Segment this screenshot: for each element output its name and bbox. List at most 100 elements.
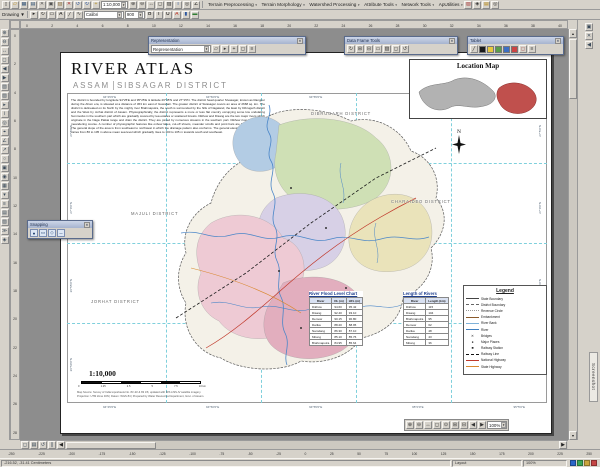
vertical-scrollbar[interactable]: ▲ ▼ <box>568 29 577 440</box>
catalog-icon[interactable]: ▤ <box>0 209 9 217</box>
refresh-icon[interactable]: ↺ <box>401 45 409 53</box>
bookmarks-icon[interactable]: ▾ <box>0 191 9 199</box>
full-extent-icon[interactable]: ◻ <box>156 0 165 9</box>
chevron-down-icon[interactable]: ▼ <box>116 11 122 18</box>
select-elements-icon[interactable]: ▸ <box>29 10 38 19</box>
toolbox-icon[interactable]: ▧ <box>464 0 473 9</box>
zoom-out-icon[interactable]: ⊖ <box>138 0 147 9</box>
fill-color-icon[interactable]: ▮ <box>181 10 190 19</box>
chevron-down-icon[interactable]: ▼ <box>501 422 507 428</box>
ink-color-yellow[interactable] <box>487 45 494 53</box>
pan-icon[interactable]: ↔ <box>424 421 432 429</box>
fixed-zoom-in-icon[interactable]: ⊞ <box>451 421 459 429</box>
map-scale-combo[interactable]: 1:10,000 ▼ <box>101 0 129 9</box>
menu-item[interactable]: Terrain Preprocessing ▼ <box>208 2 257 7</box>
underline-icon[interactable]: U <box>163 10 172 19</box>
zoom-whole-page-icon[interactable]: ◻ <box>433 421 441 429</box>
clear-selection-icon[interactable]: ▧ <box>0 92 9 100</box>
model-builder-icon[interactable]: ◈ <box>0 236 9 244</box>
zoom-100-icon[interactable]: ⊙ <box>442 421 450 429</box>
free-representation-icon[interactable]: ▱ <box>212 45 220 53</box>
select-elements-icon[interactable]: ▸ <box>0 101 9 109</box>
line-color-icon[interactable]: ▬ <box>190 10 199 19</box>
scroll-left-icon[interactable]: ◀ <box>57 441 65 449</box>
ink-color-red[interactable] <box>511 45 518 53</box>
data-frame-tools-titlebar[interactable]: Data Frame Tools ✕ <box>345 37 457 44</box>
rotate-data-frame-icon[interactable]: ↻ <box>347 45 355 53</box>
delete-icon[interactable]: ✕ <box>65 0 73 9</box>
new-document-icon[interactable]: ▯ <box>2 0 10 9</box>
previous-extent-icon[interactable]: ◀ <box>0 65 9 73</box>
zoom-in-icon[interactable]: ⊕ <box>0 29 9 37</box>
vertex-snapping-button[interactable]: ◇ <box>48 229 56 237</box>
print-icon[interactable]: ▤ <box>29 0 37 9</box>
italic-icon[interactable]: I <box>154 10 163 19</box>
point-snapping-button[interactable]: ● <box>30 229 38 237</box>
zoom-out-icon[interactable]: ⊖ <box>0 38 9 46</box>
add-data-icon[interactable]: + <box>92 0 100 9</box>
menu-item[interactable]: Attribute Tools ▼ <box>364 2 397 7</box>
insert-vertex-icon[interactable]: + <box>230 45 238 53</box>
chevron-down-icon[interactable]: ▼ <box>137 11 143 18</box>
layout-zoom-combo[interactable]: 100% ▼ <box>487 421 507 429</box>
zoom-in-icon[interactable]: ⊕ <box>129 0 138 9</box>
zoom-out-icon[interactable]: ⊖ <box>415 421 423 429</box>
bold-icon[interactable]: B <box>145 10 154 19</box>
viewer-window-icon[interactable]: ▣ <box>0 164 9 172</box>
time-slider-icon[interactable]: ○ <box>0 155 9 163</box>
close-icon[interactable]: ✕ <box>449 37 455 44</box>
tablet-toolbar-titlebar[interactable]: Tablet ✕ <box>468 37 563 44</box>
data-view-button[interactable]: ◻ <box>21 441 29 449</box>
rectangle-tool-icon[interactable]: ▭ <box>47 10 56 19</box>
select-features-icon[interactable]: ▨ <box>0 83 9 91</box>
find-icon[interactable]: ◎ <box>0 119 9 127</box>
pause-drawing-button[interactable]: ∥ <box>48 441 56 449</box>
drawing-menu[interactable]: Drawing ▼ <box>2 12 25 17</box>
next-extent-icon[interactable]: ▶ <box>0 74 9 82</box>
end-snapping-button[interactable]: ▭ <box>39 229 47 237</box>
ink-color-blue[interactable] <box>503 45 510 53</box>
close-icon[interactable]: ✕ <box>297 37 303 44</box>
tray-icon-network[interactable] <box>570 460 576 466</box>
go-forward-extent-icon[interactable]: ▶ <box>478 421 486 429</box>
zoom-in-icon[interactable]: ⊕ <box>406 421 414 429</box>
layout-view-button[interactable]: ▤ <box>30 441 38 449</box>
magnifier-icon[interactable]: ◉ <box>0 173 9 181</box>
menu-item[interactable]: Watershed Processing ▼ <box>309 2 360 7</box>
screenshot-side-tab[interactable]: Screenshot <box>589 352 598 402</box>
text-tool-icon[interactable]: A <box>56 10 65 19</box>
ink-settings-icon[interactable]: ≡ <box>528 45 536 53</box>
eraser-icon[interactable]: ◻ <box>519 45 527 53</box>
hyperlink-icon[interactable]: ↗ <box>0 146 9 154</box>
tray-icon-antivirus[interactable] <box>577 460 583 466</box>
pan-icon[interactable]: ↔ <box>147 0 156 9</box>
font-color-icon[interactable]: A <box>172 10 181 19</box>
font-family-combo[interactable]: Calibri ▼ <box>83 10 124 19</box>
map-layout-page[interactable]: 94°45'0"E 94°50'0"E 94°55'0"E 95°0'0"E 95°5'… <box>60 52 552 434</box>
identify-icon[interactable]: i <box>0 110 9 118</box>
pan-icon[interactable]: ↔ <box>0 47 9 55</box>
catalog-icon[interactable]: ▤ <box>482 0 491 9</box>
edge-snapping-button[interactable]: ─ <box>57 229 65 237</box>
pen-tool-icon[interactable]: ╱ <box>470 45 478 53</box>
full-extent-icon[interactable]: ◻ <box>392 45 400 53</box>
toc-icon[interactable]: ≡ <box>0 200 9 208</box>
refresh-view-button[interactable]: ↺ <box>39 441 47 449</box>
chevron-down-icon[interactable]: ▼ <box>204 46 209 52</box>
representation-properties-icon[interactable]: ≡ <box>248 45 256 53</box>
close-panel-icon[interactable]: ✕ <box>585 32 593 40</box>
copy-icon[interactable]: ▣ <box>47 0 55 9</box>
python-icon[interactable]: ≫ <box>0 227 9 235</box>
ink-color-black[interactable] <box>479 45 486 53</box>
select-features-icon[interactable]: ▨ <box>165 0 174 9</box>
representation-toolbar-titlebar[interactable]: Representation ✕ <box>149 37 305 44</box>
ink-color-green[interactable] <box>495 45 502 53</box>
full-extent-icon[interactable]: ◻ <box>0 56 9 64</box>
close-icon[interactable]: ✕ <box>84 221 90 228</box>
fixed-zoom-out-icon[interactable]: ⊟ <box>460 421 468 429</box>
redo-icon[interactable]: ↻ <box>83 0 91 9</box>
snapping-toolbar-titlebar[interactable]: Snapping ✕ <box>28 221 92 228</box>
find-icon[interactable]: ◎ <box>183 0 192 9</box>
go-to-xy-icon[interactable]: ⌖ <box>0 128 9 136</box>
scroll-down-icon[interactable]: ▼ <box>569 431 577 440</box>
